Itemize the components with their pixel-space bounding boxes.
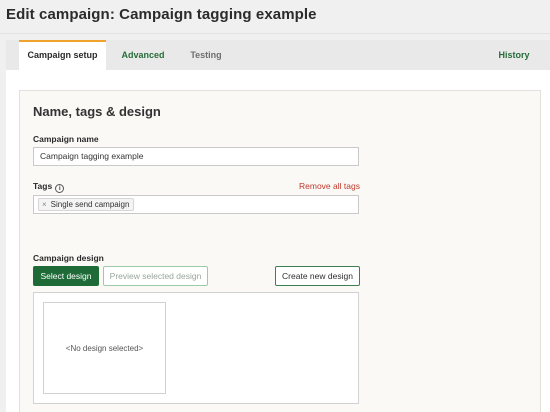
campaign-name-input[interactable]: Campaign tagging example: [33, 147, 359, 166]
page-title: Edit campaign: Campaign tagging example: [6, 6, 317, 23]
tag-chip-label: Single send campaign: [50, 200, 130, 209]
tab-advanced[interactable]: Advanced: [114, 40, 172, 70]
tab-testing[interactable]: Testing: [183, 40, 229, 70]
remove-all-tags-link[interactable]: Remove all tags: [299, 181, 360, 191]
title-divider: [0, 33, 550, 34]
campaign-design-label: Campaign design: [33, 253, 104, 263]
info-icon[interactable]: i: [55, 184, 65, 193]
design-preview-area: <No design selected>: [33, 292, 359, 404]
tags-label: Tags: [33, 181, 53, 191]
tab-history[interactable]: History: [489, 40, 539, 70]
select-design-button[interactable]: Select design: [33, 266, 99, 286]
tab-campaign-setup[interactable]: Campaign setup: [19, 40, 106, 70]
section-title: Name, tags & design: [33, 104, 161, 119]
tag-remove-icon[interactable]: ×: [42, 200, 47, 209]
no-design-text: <No design selected>: [65, 344, 144, 353]
create-design-button[interactable]: Create new design: [275, 266, 360, 286]
tag-chip: × Single send campaign: [38, 198, 135, 211]
tags-label-row: Tags i: [33, 181, 65, 193]
preview-design-button[interactable]: Preview selected design: [103, 266, 208, 286]
design-card[interactable]: <No design selected>: [43, 302, 166, 394]
campaign-name-label: Campaign name: [33, 134, 99, 144]
name-tags-design-panel: Name, tags & design Campaign name Campai…: [19, 90, 541, 412]
tags-input[interactable]: × Single send campaign: [33, 195, 359, 214]
tab-bar: Campaign setup Advanced Testing History: [6, 40, 550, 70]
tab-content: Name, tags & design Campaign name Campai…: [6, 70, 550, 412]
